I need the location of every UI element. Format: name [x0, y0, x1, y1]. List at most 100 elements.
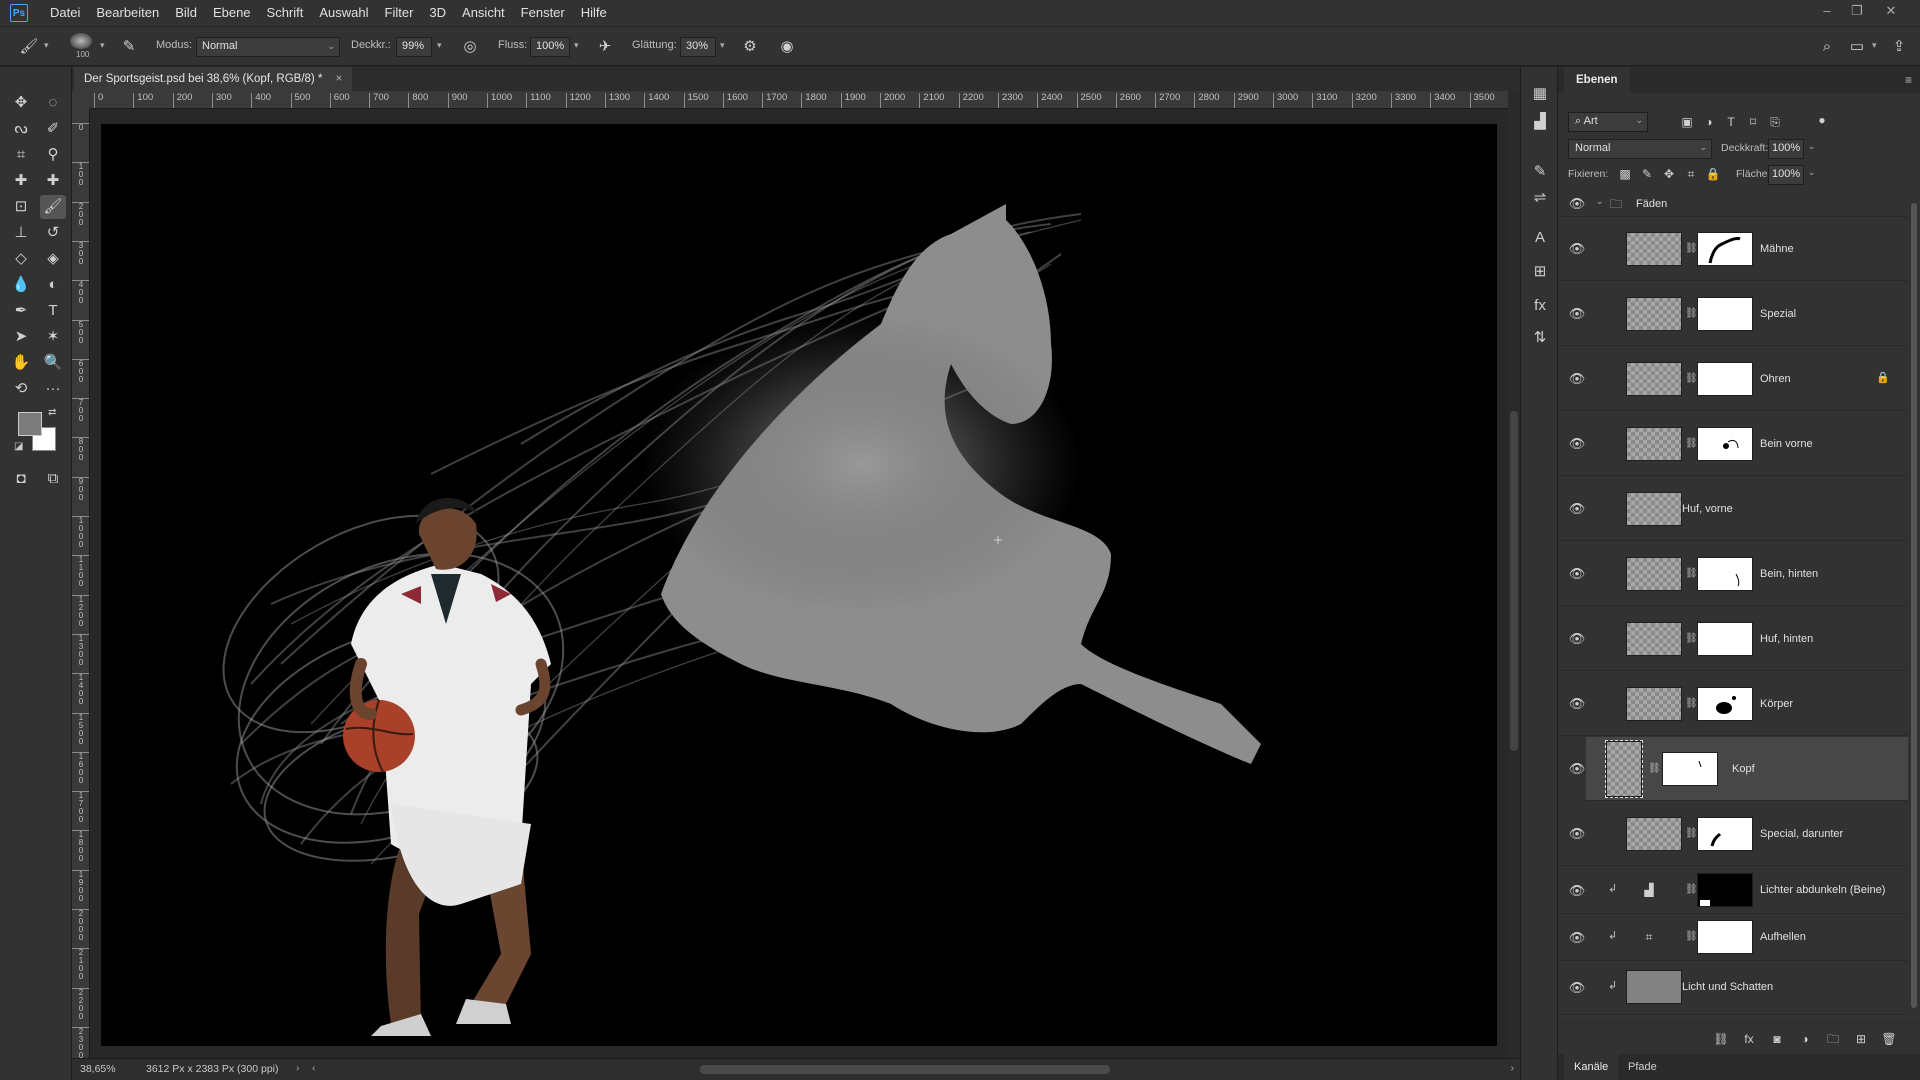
filter-smart-object-icon[interactable]: ⎘ — [1766, 113, 1784, 131]
menu-filter[interactable]: Filter — [377, 0, 422, 26]
link-chain-icon[interactable]: ⛓ — [1685, 827, 1698, 841]
paint-bucket-tool-icon[interactable]: ◈ — [40, 247, 66, 271]
layer-mask-thumbnail[interactable] — [1697, 687, 1753, 721]
layer-thumbnail[interactable] — [1626, 970, 1682, 1004]
quick-mask-icon[interactable]: ◘ — [8, 467, 34, 491]
modus-select[interactable]: Normal ⌄ — [196, 37, 340, 57]
visibility-eye-icon[interactable]: 👁 — [1568, 305, 1586, 323]
link-chain-icon[interactable]: ⛓ — [1685, 930, 1698, 944]
layer-filter-select[interactable]: ⌕ Art ⌄ — [1568, 112, 1648, 132]
layer-row[interactable]: 👁 ⛓ Ohren 🔒 — [1558, 347, 1908, 411]
menu-ebene[interactable]: Ebene — [205, 0, 259, 26]
tab-ebenen[interactable]: Ebenen — [1564, 67, 1630, 93]
link-chain-icon[interactable]: ⛓ — [1685, 883, 1698, 897]
filter-type-icon[interactable]: T — [1722, 113, 1740, 131]
chevron-down-icon[interactable]: ⌄ — [1808, 167, 1816, 178]
opacity-field[interactable]: 100% — [1768, 139, 1804, 159]
new-layer-icon[interactable]: ⊞ — [1852, 1030, 1870, 1048]
eyedropper-tool-icon[interactable]: ⚲ — [40, 143, 66, 167]
pressure-size-icon[interactable]: ◉ — [776, 36, 798, 58]
more-tools-icon[interactable]: ··· — [40, 377, 66, 401]
visibility-eye-icon[interactable]: 👁 — [1568, 630, 1586, 648]
link-chain-icon[interactable]: ⛓ — [1685, 307, 1698, 321]
blur-tool-icon[interactable]: 💧 — [8, 273, 34, 297]
link-chain-icon[interactable]: ⛓ — [1685, 632, 1698, 646]
layer-name[interactable]: Aufhellen — [1760, 931, 1806, 943]
lock-image-icon[interactable]: ✎ — [1638, 165, 1656, 183]
clone-stamp-tool-icon[interactable]: ⊥ — [8, 221, 34, 245]
layers-scrollbar[interactable] — [1908, 191, 1920, 1021]
layer-name[interactable]: Bein vorne — [1760, 438, 1813, 450]
glaettung-field[interactable]: 30% — [680, 37, 716, 57]
move-tool-icon[interactable]: ✥ — [8, 91, 34, 115]
swap-colors-icon[interactable]: ⇄ — [48, 407, 56, 418]
layer-thumbnail[interactable] — [1626, 622, 1682, 656]
layer-name[interactable]: Lichter abdunkeln (Beine) — [1760, 884, 1885, 896]
link-chain-icon[interactable]: ⛓ — [1648, 762, 1661, 776]
menu-datei[interactable]: Datei — [42, 0, 88, 26]
filter-shape-icon[interactable]: ⌑ — [1744, 113, 1762, 131]
layer-thumbnail[interactable] — [1626, 427, 1682, 461]
layer-name[interactable]: Spezial — [1760, 308, 1796, 320]
fill-field[interactable]: 100% — [1768, 165, 1804, 185]
layer-mask-thumbnail[interactable] — [1697, 427, 1753, 461]
menu-schrift[interactable]: Schrift — [259, 0, 312, 26]
vertical-scrollbar[interactable] — [1508, 91, 1520, 1058]
filter-toggle-icon[interactable]: ● — [1813, 111, 1831, 129]
quick-selection-tool-icon[interactable]: ✐ — [40, 117, 66, 141]
layer-mask-thumbnail[interactable] — [1662, 752, 1718, 786]
layers-scroll-thumb[interactable] — [1911, 203, 1917, 1008]
chevron-down-icon[interactable]: ▾ — [574, 40, 579, 51]
chevron-down-icon[interactable]: ⌄ — [1596, 196, 1604, 207]
layer-row[interactable]: 👁 ↲ Licht und Schatten — [1558, 961, 1908, 1015]
properties-icon[interactable]: ⇅ — [1529, 327, 1551, 349]
histogram-icon[interactable]: ▟ — [1529, 111, 1551, 133]
visibility-eye-icon[interactable]: 👁 — [1568, 565, 1586, 583]
zoom-level[interactable]: 38,65% — [80, 1063, 116, 1075]
layer-thumbnail[interactable] — [1626, 492, 1682, 526]
rotate-view-tool-icon[interactable]: ⟲ — [8, 377, 34, 401]
workspace-icon[interactable]: ▭ — [1846, 36, 1868, 58]
visibility-eye-icon[interactable]: 👁 — [1568, 979, 1586, 997]
marquee-tool-icon[interactable]: ◌ — [40, 91, 66, 115]
layer-mask-thumbnail[interactable] — [1697, 920, 1753, 954]
menu-bild[interactable]: Bild — [167, 0, 205, 26]
lock-transparent-icon[interactable]: ▩ — [1616, 165, 1634, 183]
status-menu-arrow-icon[interactable]: › — [296, 1062, 300, 1074]
menu-fenster[interactable]: Fenster — [513, 0, 573, 26]
airbrush-icon[interactable]: ✈ — [594, 36, 616, 58]
layer-mask-thumbnail[interactable] — [1697, 362, 1753, 396]
layer-mask-thumbnail[interactable] — [1697, 622, 1753, 656]
link-chain-icon[interactable]: ⛓ — [1685, 372, 1698, 386]
brush-settings-icon[interactable]: ✎ — [1529, 161, 1551, 183]
filter-pixel-icon[interactable]: ▣ — [1678, 113, 1696, 131]
canvas-area[interactable] — [90, 110, 1508, 1058]
path-selection-tool-icon[interactable]: ➤ — [8, 325, 34, 349]
layer-row[interactable]: 👁 ⛓ Mähne — [1558, 217, 1908, 281]
search-icon[interactable]: ⌕ — [1816, 36, 1838, 58]
layer-mask-thumbnail[interactable] — [1697, 297, 1753, 331]
fluss-field[interactable]: 100% — [530, 37, 570, 57]
layer-thumbnail[interactable] — [1626, 557, 1682, 591]
layer-thumbnail[interactable] — [1626, 817, 1682, 851]
vertical-scroll-thumb[interactable] — [1510, 411, 1518, 751]
add-mask-icon[interactable]: ◙ — [1768, 1030, 1786, 1048]
layer-mask-thumbnail[interactable] — [1697, 232, 1753, 266]
link-chain-icon[interactable]: ⛓ — [1685, 697, 1698, 711]
document-canvas[interactable] — [101, 124, 1497, 1046]
pressure-opacity-icon[interactable]: ◎ — [459, 36, 481, 58]
table-icon[interactable]: ⊞ — [1529, 261, 1551, 283]
menu-bearbeiten[interactable]: Bearbeiten — [88, 0, 167, 26]
curves-adjustment-icon[interactable]: ⌗ — [1640, 928, 1658, 946]
levels-adjustment-icon[interactable]: ▟ — [1640, 881, 1658, 899]
close-icon[interactable]: ✕ — [1876, 0, 1906, 22]
group-name[interactable]: Fäden — [1636, 198, 1667, 210]
vertical-ruler[interactable]: 0 100 200 300 400 500 600 700 800 900 1000 1100 1200… — [72, 109, 90, 1059]
chevron-down-icon[interactable]: ▾ — [1872, 40, 1877, 51]
blend-mode-select[interactable]: Normal ⌄ — [1568, 139, 1712, 159]
pen-tool-icon[interactable]: ✒ — [8, 299, 34, 323]
layer-row-selected[interactable]: ⛓ Kopf — [1586, 737, 1908, 801]
trash-icon[interactable]: 🗑 — [1880, 1030, 1898, 1048]
link-chain-icon[interactable]: ⛓ — [1685, 437, 1698, 451]
shape-tool-icon[interactable]: ✶ — [40, 325, 66, 349]
